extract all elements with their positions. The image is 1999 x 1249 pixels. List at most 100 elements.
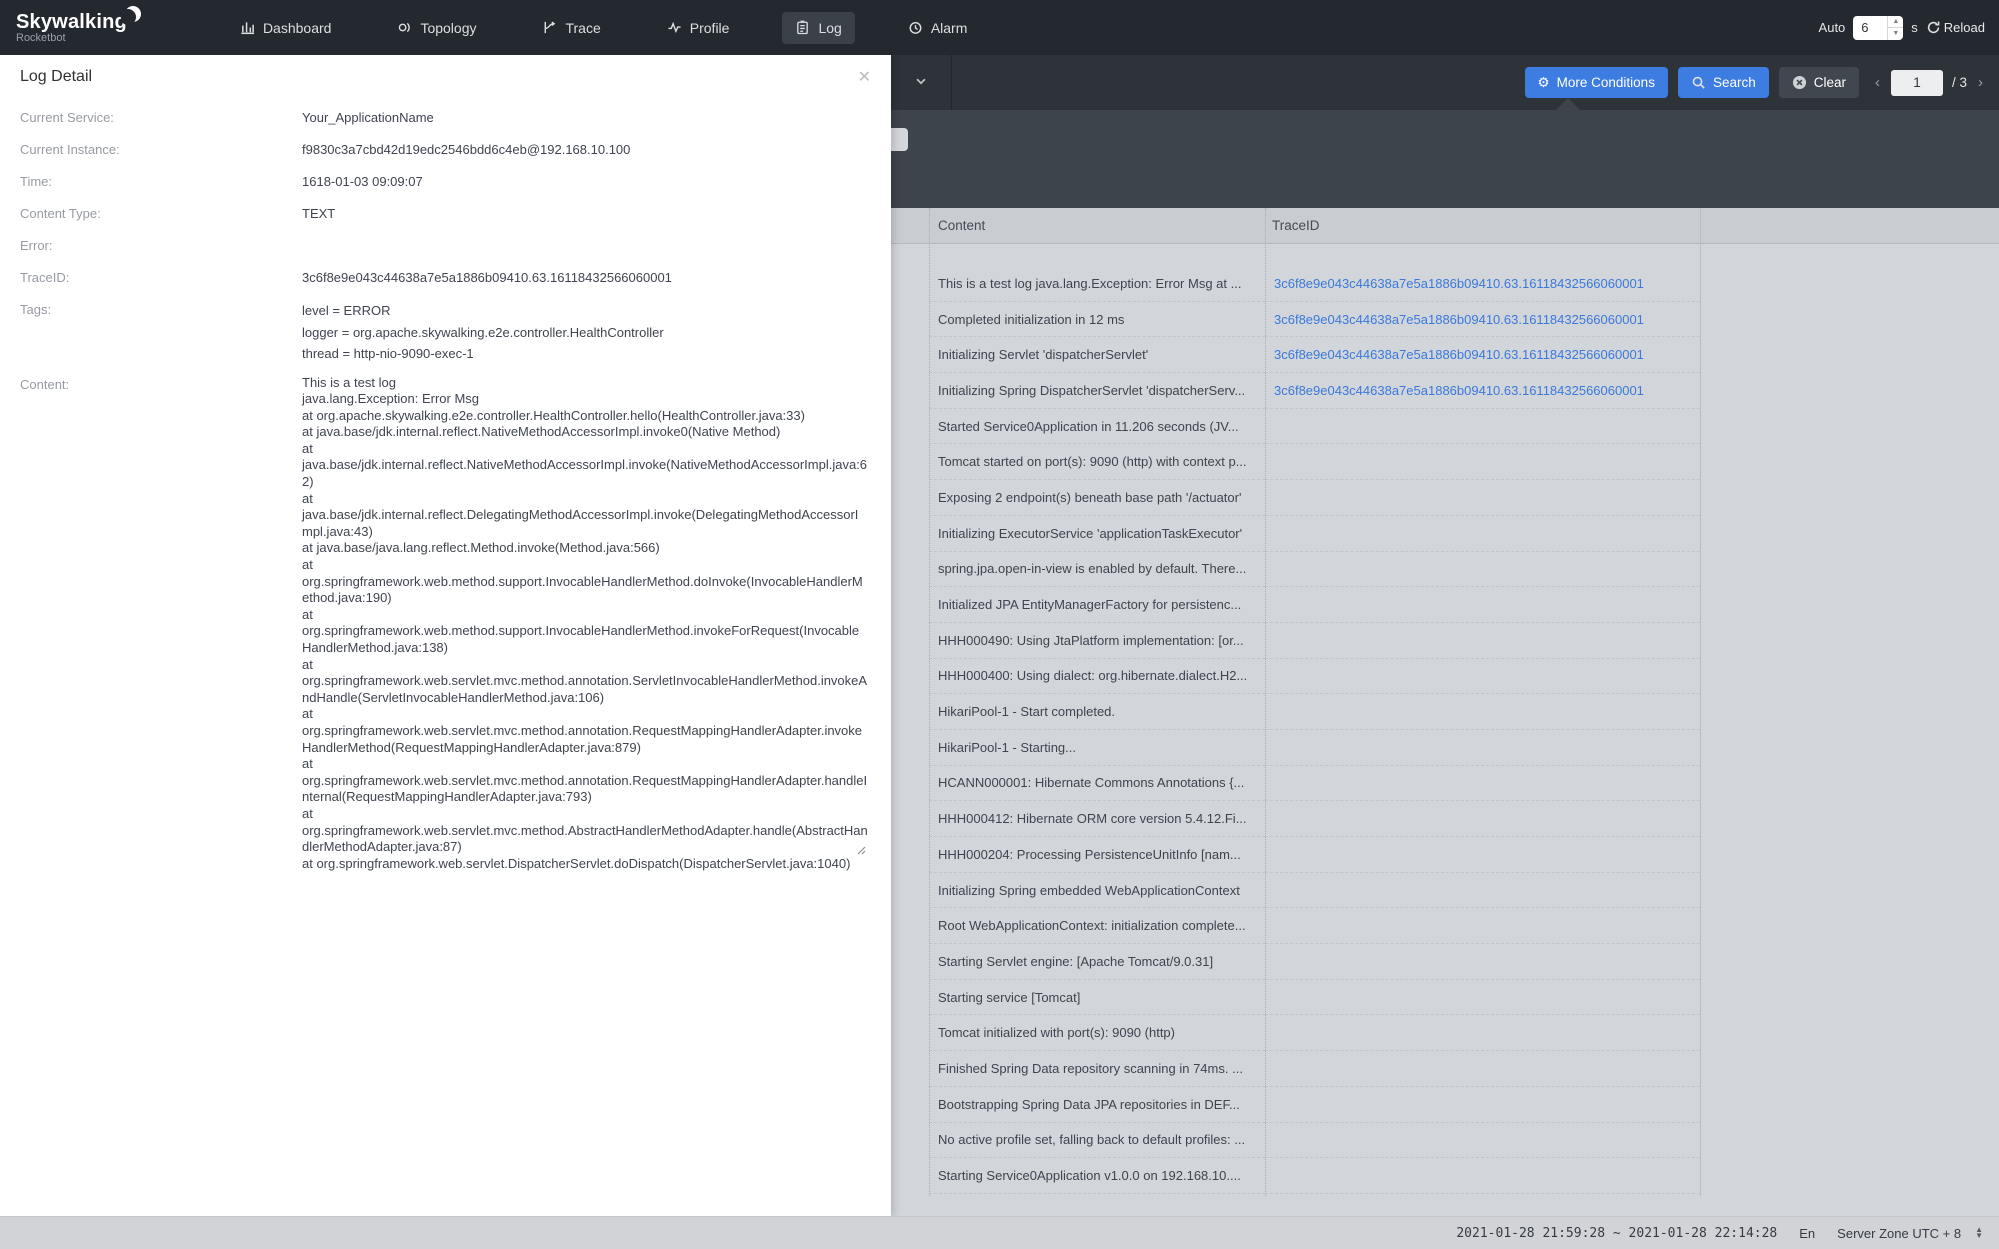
row-traceid-cell — [1265, 873, 1700, 909]
row-content-cell[interactable]: HikariPool-1 - Start completed. — [929, 694, 1265, 730]
row-content-cell[interactable]: Initialized JPA EntityManagerFactory for… — [929, 587, 1265, 623]
reload-button[interactable]: Reload — [1926, 20, 1985, 35]
row-content-cell[interactable]: Tomcat started on port(s): 9090 (http) w… — [929, 444, 1265, 481]
auto-interval-value[interactable] — [1853, 15, 1886, 40]
trace-id-link[interactable]: 3c6f8e9e043c44638a7e5a1886b09410.63.1611… — [1274, 312, 1644, 327]
table-row[interactable]: Tomcat initialized with port(s): 9090 (h… — [891, 1015, 1999, 1052]
chevron-left-icon[interactable]: ‹ — [1873, 74, 1882, 91]
row-content-cell[interactable]: Initializing ExecutorService 'applicatio… — [929, 516, 1265, 552]
row-content-cell[interactable]: This is a test log java.lang.Exception: … — [929, 266, 1265, 302]
table-row[interactable]: Starting Servlet engine: [Apache Tomcat/… — [891, 944, 1999, 980]
time-range-picker[interactable]: 2021-01-28 21:59:28 ~ 2021-01-28 22:14:2… — [1456, 1226, 1777, 1241]
step-up-icon[interactable]: ▲ — [1888, 16, 1904, 28]
nav-item-alarm[interactable]: Alarm — [895, 12, 981, 44]
clear-button[interactable]: Clear — [1778, 67, 1859, 98]
row-traceid-cell — [1265, 409, 1700, 445]
row-traceid-cell — [1265, 1015, 1700, 1052]
table-row[interactable]: HCANN000001: Hibernate Commons Annotatio… — [891, 766, 1999, 802]
reload-icon — [1926, 20, 1941, 35]
table-row[interactable]: Starting Service0Application v1.0.0 on 1… — [891, 1158, 1999, 1194]
row-content-cell[interactable]: Initializing Spring embedded WebApplicat… — [929, 873, 1265, 909]
trace-id-link[interactable]: 3c6f8e9e043c44638a7e5a1886b09410.63.1611… — [1274, 383, 1644, 398]
row-content-cell[interactable]: Root WebApplicationContext: initializati… — [929, 908, 1265, 945]
chevron-right-icon[interactable]: › — [1976, 74, 1985, 91]
table-row[interactable]: HikariPool-1 - Start completed. — [891, 694, 1999, 730]
row-spacer — [891, 980, 929, 1016]
row-content-cell[interactable]: Starting service [Tomcat] — [929, 980, 1265, 1016]
row-traceid-cell — [1265, 480, 1700, 516]
chevron-down-icon[interactable] — [914, 74, 928, 93]
table-row[interactable]: HHH000490: Using JtaPlatform implementat… — [891, 623, 1999, 659]
row-content-cell[interactable]: Initializing Spring DispatcherServlet 'd… — [929, 373, 1265, 409]
close-icon[interactable]: ✕ — [858, 67, 871, 87]
table-row[interactable]: HHH000204: Processing PersistenceUnitInf… — [891, 837, 1999, 873]
nav-item-trace[interactable]: Trace — [529, 12, 613, 44]
row-traceid-cell — [1265, 1051, 1700, 1087]
table-row[interactable]: Initializing Servlet 'dispatcherServlet'… — [891, 337, 1999, 374]
row-traceid-cell: 3c6f8e9e043c44638a7e5a1886b09410.63.1611… — [1265, 337, 1700, 374]
table-row[interactable]: This is a test log java.lang.Exception: … — [891, 266, 1999, 302]
nav-item-topology[interactable]: Topology — [384, 12, 489, 44]
table-row[interactable]: Exposing 2 endpoint(s) beneath base path… — [891, 480, 1999, 516]
table-row[interactable]: Bootstrapping Spring Data JPA repositori… — [891, 1087, 1999, 1123]
row-content-cell[interactable]: No active profile set, falling back to d… — [929, 1123, 1265, 1159]
row-content-cell[interactable]: Starting Service0Application v1.0.0 on 1… — [929, 1158, 1265, 1194]
skywalking-logo[interactable]: Skywalking Rocketbot — [16, 5, 141, 44]
row-content-cell[interactable]: Started Service0Application in 11.206 se… — [929, 409, 1265, 445]
nav-item-dashboard[interactable]: Dashboard — [227, 12, 345, 44]
field-row-time: Time: 1618-01-03 09:09:07 — [20, 172, 891, 192]
table-row[interactable]: Initializing Spring DispatcherServlet 'd… — [891, 373, 1999, 409]
row-content-cell[interactable]: Initializing Servlet 'dispatcherServlet' — [929, 337, 1265, 374]
row-traceid-cell: 3c6f8e9e043c44638a7e5a1886b09410.63.1611… — [1265, 266, 1700, 302]
row-content-cell[interactable]: Finished Spring Data repository scanning… — [929, 1051, 1265, 1087]
tags-value: level = ERROR logger = org.apache.skywalk… — [302, 300, 664, 365]
row-content-cell[interactable]: HCANN000001: Hibernate Commons Annotatio… — [929, 766, 1265, 802]
zone-stepper[interactable]: ▲ ▼ — [1975, 1226, 1983, 1240]
row-spacer — [891, 552, 929, 588]
page-number-input[interactable] — [1890, 69, 1943, 96]
row-content-cell[interactable]: Exposing 2 endpoint(s) beneath base path… — [929, 480, 1265, 516]
table-row[interactable]: Initializing ExecutorService 'applicatio… — [891, 516, 1999, 552]
row-content-cell[interactable]: Starting Servlet engine: [Apache Tomcat/… — [929, 944, 1265, 980]
table-row[interactable]: Started Service0Application in 11.206 se… — [891, 409, 1999, 445]
table-row[interactable]: Starting service [Tomcat] — [891, 980, 1999, 1016]
table-row[interactable]: No active profile set, falling back to d… — [891, 1123, 1999, 1159]
row-spacer — [891, 623, 929, 659]
field-label: Content Type: — [20, 206, 101, 221]
auto-interval-stepper[interactable]: ▲ ▼ — [1887, 15, 1904, 40]
resize-handle-icon[interactable] — [814, 827, 866, 877]
table-row[interactable]: Tomcat started on port(s): 9090 (http) w… — [891, 444, 1999, 481]
row-content-cell[interactable]: spring.jpa.open-in-view is enabled by de… — [929, 552, 1265, 588]
row-content-cell[interactable]: HHH000490: Using JtaPlatform implementat… — [929, 623, 1265, 659]
language-toggle[interactable]: En — [1799, 1226, 1815, 1241]
table-row[interactable]: HHH000412: Hibernate ORM core version 5.… — [891, 801, 1999, 837]
auto-interval-input[interactable]: ▲▼ — [1853, 15, 1904, 40]
table-row[interactable]: Initializing Spring embedded WebApplicat… — [891, 873, 1999, 909]
row-content-cell[interactable]: HHH000412: Hibernate ORM core version 5.… — [929, 801, 1265, 837]
table-row[interactable]: Finished Spring Data repository scanning… — [891, 1051, 1999, 1087]
trace-id-link[interactable]: 3c6f8e9e043c44638a7e5a1886b09410.63.1611… — [1274, 276, 1644, 291]
table-row[interactable]: HikariPool-1 - Starting... — [891, 730, 1999, 766]
row-content-cell[interactable]: HHH000204: Processing PersistenceUnitInf… — [929, 837, 1265, 873]
row-content-cell[interactable]: HikariPool-1 - Starting... — [929, 730, 1265, 766]
table-row[interactable]: Root WebApplicationContext: initializati… — [891, 908, 1999, 945]
trace-id-link[interactable]: 3c6f8e9e043c44638a7e5a1886b09410.63.1611… — [1274, 347, 1644, 362]
step-down-icon[interactable]: ▼ — [1975, 1232, 1983, 1240]
nav-item-log[interactable]: Log — [782, 11, 855, 44]
table-row[interactable]: Initialized JPA EntityManagerFactory for… — [891, 587, 1999, 623]
table-row[interactable]: Completed initialization in 12 ms 3c6f8e… — [891, 302, 1999, 338]
log-content-textarea[interactable]: This is a test log java.lang.Exception: … — [302, 375, 868, 873]
row-content-cell[interactable]: Tomcat initialized with port(s): 9090 (h… — [929, 1015, 1265, 1052]
table-row[interactable]: HHH000400: Using dialect: org.hibernate.… — [891, 659, 1999, 695]
row-content-cell[interactable]: Bootstrapping Spring Data JPA repositori… — [929, 1087, 1265, 1123]
tag-line: level = ERROR — [302, 303, 391, 318]
step-down-icon[interactable]: ▼ — [1888, 28, 1903, 40]
more-conditions-button[interactable]: ⚙ More Conditions — [1524, 67, 1668, 98]
nav-item-profile[interactable]: Profile — [654, 12, 743, 44]
pagination: ‹ / 3 › — [1873, 69, 1985, 96]
row-content-cell[interactable]: HHH000400: Using dialect: org.hibernate.… — [929, 659, 1265, 695]
table-row[interactable]: spring.jpa.open-in-view is enabled by de… — [891, 552, 1999, 588]
row-content-cell[interactable]: Completed initialization in 12 ms — [929, 302, 1265, 338]
row-spacer — [891, 444, 929, 480]
search-button[interactable]: Search — [1677, 67, 1769, 98]
